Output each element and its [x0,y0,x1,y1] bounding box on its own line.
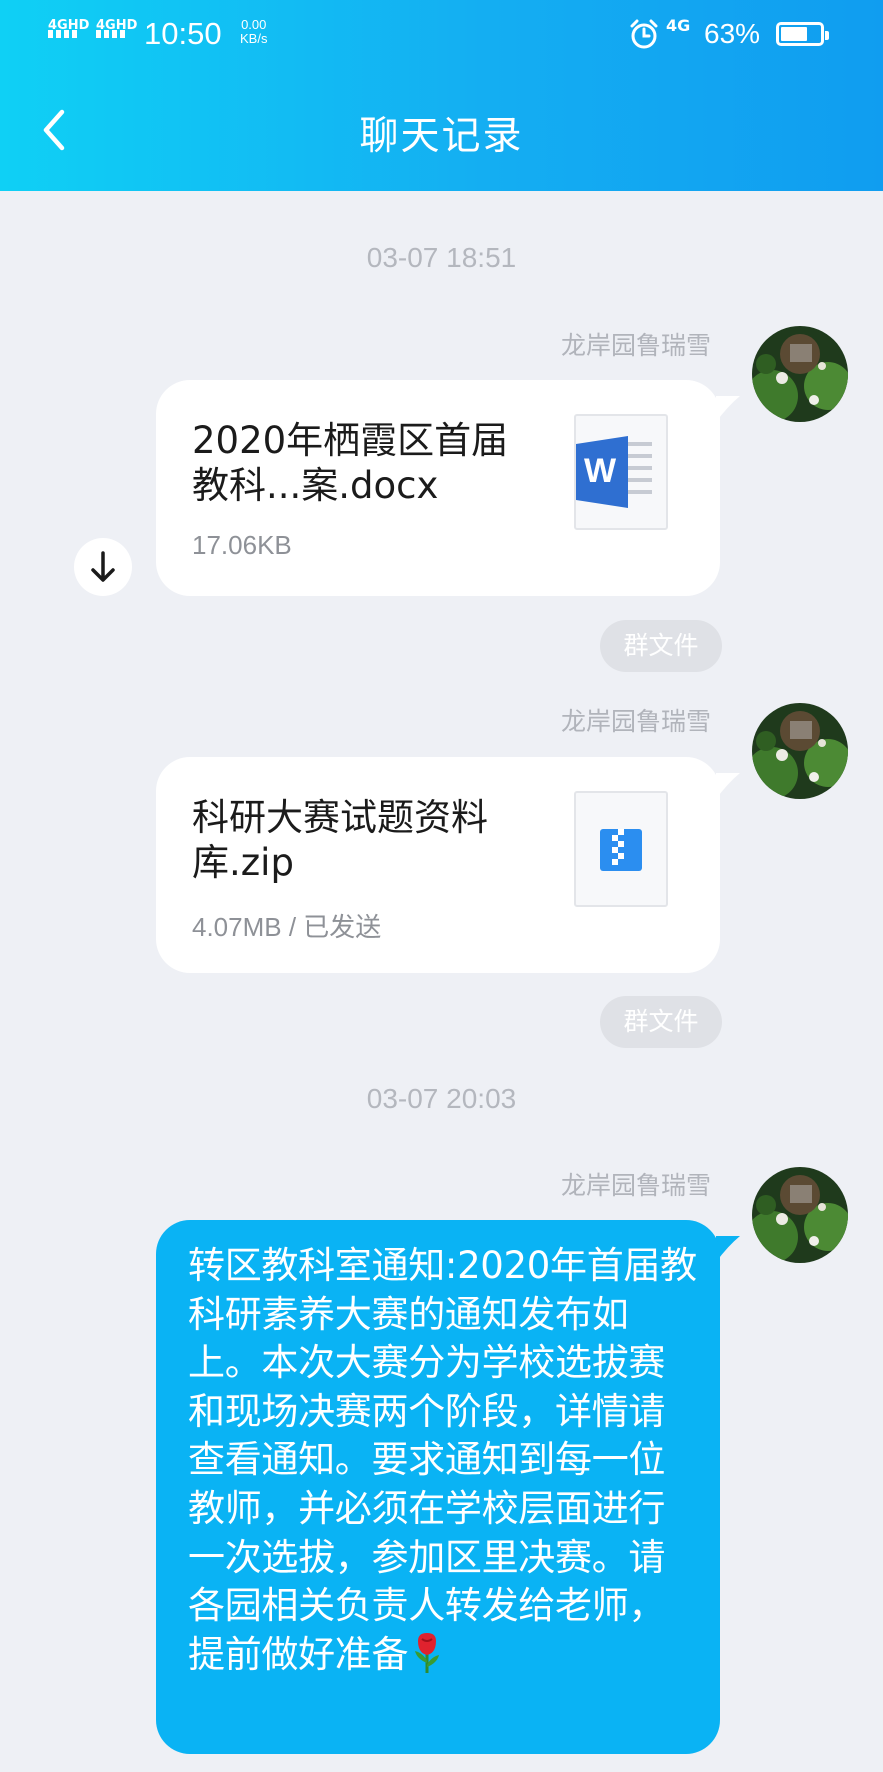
signal-bars-1-icon [48,30,77,38]
svg-text:W: W [584,452,617,490]
timestamp: 03-07 20:03 [366,1083,517,1114]
timestamp: 03-07 18:51 [366,242,517,273]
group-file-tag: 群文件 [600,620,722,672]
file-message-bubble[interactable]: 2020年栖霞区首届教科...案.docx 17.06KB W [156,380,720,596]
group-file-tag: 群文件 [600,996,722,1048]
file-name: 2020年栖霞区首届教科...案.docx [192,419,509,507]
clock: 10:50 [144,16,222,51]
network-type: 4G [666,16,691,35]
avatar[interactable] [752,1167,848,1263]
sender-name: 龙岸园鲁瑞雪 [560,1171,711,1200]
text-message-bubble[interactable]: 转区教科室通知:2020年首届教科研素养大赛的通知发布如上。本次大赛分为学校选拔… [156,1220,720,1754]
message-text: 转区教科室通知:2020年首届教科研素养大赛的通知发布如上。本次大赛分为学校选拔… [188,1242,698,1679]
file-size: 17.06KB [192,530,292,560]
header: 4GHD 4GHD 10:50 0.00 KB/s 4G 63% 聊天记录 [0,0,883,191]
signal-bars-2-icon [96,30,125,38]
avatar[interactable] [752,703,848,799]
speed-value: 0.00 [241,17,267,32]
word-icon: W [574,414,668,530]
alarm-icon [630,19,658,49]
file-name: 科研大赛试题资料库.zip [192,796,488,884]
file-status: 4.07MB / 已发送 [192,912,382,942]
sender-name: 龙岸园鲁瑞雪 [560,331,711,360]
file-message-bubble[interactable]: 科研大赛试题资料库.zip 4.07MB / 已发送 [156,757,720,973]
speed-unit: KB/s [240,31,268,46]
sender-name: 龙岸园鲁瑞雪 [560,707,711,736]
status-bar: 4GHD 4GHD 10:50 0.00 KB/s 4G 63% [0,0,883,70]
zip-icon [574,791,668,907]
battery-icon [776,22,829,46]
arrow-down-icon [91,551,115,582]
page-title: 聊天记录 [359,114,524,159]
battery-percent: 63% [704,18,761,49]
avatar[interactable] [752,326,848,422]
rose-emoji-icon [415,1632,440,1673]
download-button[interactable] [74,538,132,596]
network-speed: 0.00 KB/s [240,18,267,46]
message-body: 转区教科室通知:2020年首届教科研素养大赛的通知发布如上。本次大赛分为学校选拔… [188,1244,697,1676]
